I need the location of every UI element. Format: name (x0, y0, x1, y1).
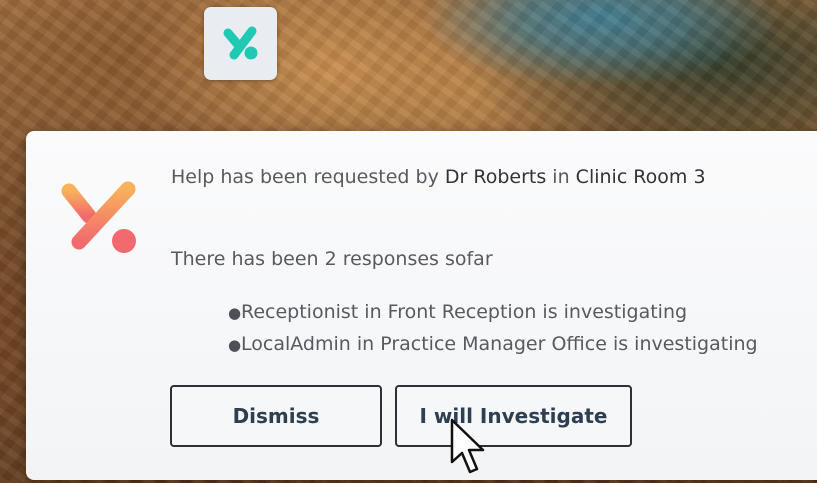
responses-list: ●Receptionist in Front Reception is inve… (228, 298, 758, 362)
requester-name: Dr Roberts (444, 166, 547, 188)
response-text: Receptionist in Front Reception is inves… (241, 301, 688, 323)
response-text: LocalAdmin in Practice Manager Office is… (241, 333, 758, 355)
request-location: Clinic Room 3 (575, 166, 706, 188)
mouse-pointer-icon (450, 418, 485, 474)
bullet-icon: ● (228, 336, 242, 354)
app-logo-icon (61, 181, 136, 253)
help-request-message: Help has been requested by Dr Roberts in… (171, 166, 706, 188)
app-logo-icon (223, 26, 257, 59)
taskbar-app-button[interactable] (204, 7, 277, 80)
bullet-icon: ● (228, 304, 242, 322)
request-prefix: Help has been requested by (171, 166, 439, 188)
location-connector: in (552, 166, 570, 188)
list-item: ●LocalAdmin in Practice Manager Office i… (228, 330, 758, 362)
list-item: ●Receptionist in Front Reception is inve… (228, 298, 758, 330)
desktop-background: Help has been requested by Dr Roberts in… (0, 0, 817, 483)
responses-summary: There has been 2 responses sofar (171, 248, 493, 270)
investigate-button[interactable]: I will Investigate (395, 385, 632, 447)
dismiss-button[interactable]: Dismiss (170, 385, 382, 447)
